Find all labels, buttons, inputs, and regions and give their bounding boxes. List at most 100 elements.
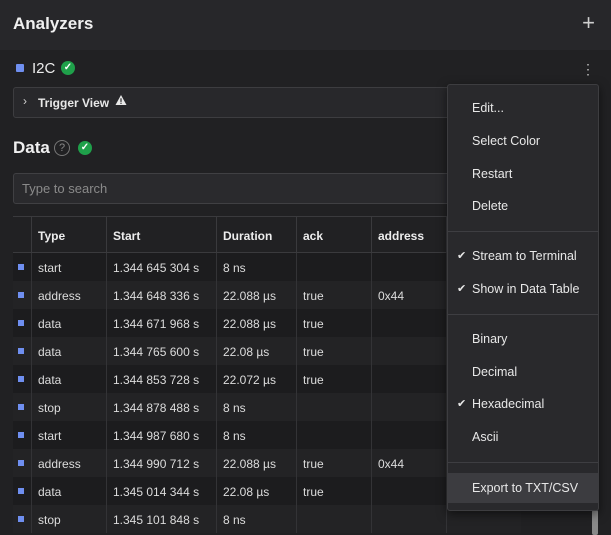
column-header-start[interactable]: Start <box>106 217 216 252</box>
checkmark-icon: ✔ <box>457 398 467 410</box>
row-marker <box>13 393 31 421</box>
cell-address <box>371 365 446 393</box>
cell-address <box>371 421 446 449</box>
menu-separator <box>448 314 598 315</box>
table-row[interactable]: stop 1.345 101 848 s8 ns <box>13 505 521 533</box>
menu-item-edit[interactable]: Edit... <box>448 94 598 122</box>
cell-type: address <box>31 449 106 477</box>
table-row[interactable]: start 1.344 987 680 s8 ns <box>13 421 521 449</box>
analyzer-context-menu: Edit... Select Color Restart Delete ✔ Str… <box>447 84 599 511</box>
cell-address <box>371 253 446 281</box>
menu-separator <box>448 462 598 463</box>
cell-type: stop <box>31 505 106 533</box>
cell-start: 1.344 648 336 s <box>106 281 216 309</box>
cell-ack <box>296 505 371 533</box>
menu-item-show-in-data-table[interactable]: ✔ Show in Data Table <box>448 275 598 303</box>
row-marker <box>13 505 31 533</box>
cell-type: data <box>31 477 106 505</box>
row-marker <box>13 421 31 449</box>
menu-item-label: Export to TXT/CSV <box>472 481 579 495</box>
cell-ack: true <box>296 337 371 365</box>
row-marker <box>13 365 31 393</box>
analyzer-item-i2c[interactable]: I2C ✓ ⋮ <box>0 55 611 83</box>
column-header-duration[interactable]: Duration <box>216 217 296 252</box>
menu-item-restart[interactable]: Restart <box>448 160 598 188</box>
cell-type: start <box>31 253 106 281</box>
column-header-address[interactable]: address <box>371 217 446 252</box>
cell-start: 1.345 101 848 s <box>106 505 216 533</box>
cell-duration: 22.072 µs <box>216 365 296 393</box>
menu-item-label: Show in Data Table <box>472 282 580 296</box>
cell-duration: 22.08 µs <box>216 477 296 505</box>
table-row[interactable]: address 1.344 648 336 s 22.088 µs true 0x44 <box>13 281 521 309</box>
menu-item-label: Restart <box>472 167 513 181</box>
table-row[interactable]: data 1.345 014 344 s 22.08 µs true <box>13 477 521 505</box>
analyzer-name: I2C <box>32 60 56 77</box>
menu-separator <box>448 231 598 232</box>
cell-duration: 8 ns <box>216 393 296 421</box>
menu-item-delete[interactable]: Delete <box>448 192 598 220</box>
data-table: Type Start Duration ack address start 1.3… <box>13 216 521 533</box>
table-row[interactable]: start 1.344 645 304 s8 ns <box>13 253 521 281</box>
menu-item-export[interactable]: Export to TXT/CSV <box>448 473 598 503</box>
menu-item-ascii[interactable]: Ascii <box>448 423 598 451</box>
search-input[interactable] <box>13 173 465 204</box>
cell-duration: 8 ns <box>216 505 296 533</box>
cell-ack: true <box>296 477 371 505</box>
menu-item-stream-to-terminal[interactable]: ✔ Stream to Terminal <box>448 242 598 270</box>
menu-item-label: Stream to Terminal <box>472 249 577 263</box>
analyzer-color-swatch <box>16 64 24 72</box>
cell-address: 0x44 <box>371 281 446 309</box>
cell-address <box>371 477 446 505</box>
check-circle-icon: ✓ <box>61 61 75 75</box>
cell-ack: true <box>296 309 371 337</box>
menu-item-decimal[interactable]: Decimal <box>448 358 598 386</box>
column-header-ack[interactable]: ack <box>296 217 371 252</box>
menu-item-select-color[interactable]: Select Color <box>448 127 598 155</box>
cell-start: 1.344 987 680 s <box>106 421 216 449</box>
cell-duration: 8 ns <box>216 421 296 449</box>
add-analyzer-button[interactable]: + <box>582 10 595 36</box>
table-body: start 1.344 645 304 s8 ns address 1.344 64… <box>13 253 521 533</box>
cell-start: 1.344 853 728 s <box>106 365 216 393</box>
cell-ack: true <box>296 365 371 393</box>
menu-item-binary[interactable]: Binary <box>448 325 598 353</box>
help-icon[interactable]: ? <box>54 140 70 156</box>
checkmark-icon: ✔ <box>457 250 467 262</box>
cell-ack <box>296 253 371 281</box>
cell-start: 1.344 878 488 s <box>106 393 216 421</box>
cell-duration: 22.08 µs <box>216 337 296 365</box>
data-section-title: Data <box>13 138 50 157</box>
menu-item-label: Hexadecimal <box>472 397 545 411</box>
cell-address <box>371 309 446 337</box>
table-row[interactable]: data 1.344 853 728 s 22.072 µs true <box>13 365 521 393</box>
row-marker <box>13 253 31 281</box>
cell-type: data <box>31 309 106 337</box>
row-marker <box>13 477 31 505</box>
more-options-icon[interactable]: ⋮ <box>581 61 595 78</box>
cell-duration: 22.088 µs <box>216 309 296 337</box>
row-marker <box>13 281 31 309</box>
table-scrollbar[interactable] <box>592 510 598 535</box>
cell-start: 1.344 645 304 s <box>106 253 216 281</box>
table-row[interactable]: data 1.344 671 968 s 22.088 µs true <box>13 309 521 337</box>
row-marker <box>13 449 31 477</box>
menu-item-hexadecimal[interactable]: ✔ Hexadecimal <box>448 390 598 418</box>
menu-item-label: Edit... <box>472 101 504 115</box>
cell-type: address <box>31 281 106 309</box>
column-header-type[interactable]: Type <box>31 217 106 252</box>
row-marker <box>13 309 31 337</box>
table-row[interactable]: address 1.344 990 712 s 22.088 µs true 0x44 <box>13 449 521 477</box>
menu-item-label: Binary <box>472 332 508 346</box>
cell-address <box>371 337 446 365</box>
trigger-view-toggle[interactable]: › Trigger View <box>13 87 465 118</box>
cell-ack: true <box>296 449 371 477</box>
checkmark-icon: ✔ <box>457 283 467 295</box>
table-row[interactable]: stop 1.344 878 488 s8 ns <box>13 393 521 421</box>
cell-address: 0x44 <box>371 449 446 477</box>
table-header: Type Start Duration ack address <box>13 216 521 253</box>
menu-item-label: Delete <box>472 199 509 213</box>
cell-start: 1.344 671 968 s <box>106 309 216 337</box>
table-row[interactable]: data 1.344 765 600 s 22.08 µs true <box>13 337 521 365</box>
cell-start: 1.344 765 600 s <box>106 337 216 365</box>
